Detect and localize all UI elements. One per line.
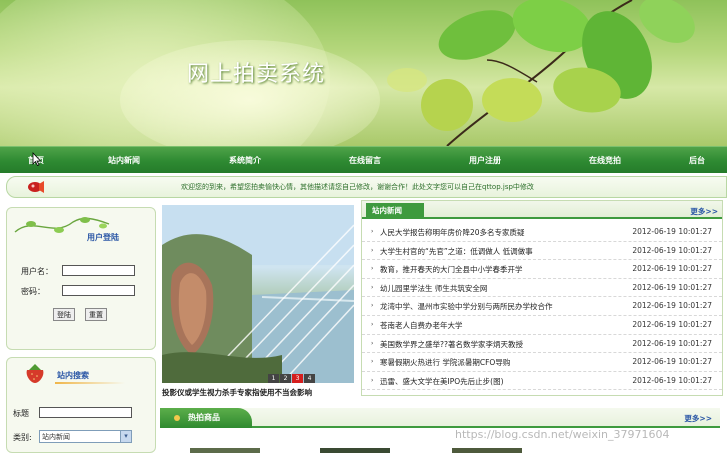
news-title[interactable]: 大学生村官的“先官”之道：低调做人 低调做事 (380, 246, 533, 257)
news-title[interactable]: 龙湾中学、温州市实验中学分别与两所民办学校合作 (380, 301, 553, 312)
hot-products-header: 热拍商品 更多>> (160, 408, 720, 428)
bullet-icon: › (371, 228, 374, 235)
nav-news[interactable]: 站内新闻 (108, 155, 140, 166)
news-row[interactable]: › 龙湾中学、温州市实验中学分别与两所民办学校合作 2012-06-19 10:01… (362, 297, 722, 316)
hot-products-tab[interactable]: 热拍商品 (160, 408, 252, 428)
search-category-label: 类别: (13, 433, 32, 442)
search-title-label: 标题 (13, 409, 29, 418)
news-tab[interactable]: 站内新闻 (366, 203, 424, 219)
news-date: 2012-06-19 10:01:27 (632, 227, 712, 236)
mouse-cursor-icon (32, 152, 42, 166)
announcement-text: 欢迎您的到来，希望您拍卖愉快心情，其他描述请您自己修改，谢谢合作！此处文字您可以… (181, 183, 534, 191)
search-category-select[interactable]: 站内新闻 ▾ (39, 430, 132, 443)
bullet-icon: › (371, 302, 374, 310)
pager-3[interactable]: 3 (292, 374, 303, 383)
news-row[interactable]: › 教育，推开春天的大门全县中小学春季开学 2012-06-19 10:01:27 (362, 260, 722, 279)
hot-more-link[interactable]: 更多>> (684, 413, 712, 424)
news-panel: 站内新闻 更多>> › 人民大学报告称明年房价降20多名专家质疑 2012-06-1… (361, 200, 723, 396)
search-title: 站内搜索 (57, 371, 89, 380)
site-title: 网上拍卖系统 (187, 62, 326, 87)
news-title[interactable]: 人民大学报告称明年房价降20多名专家质疑 (380, 227, 525, 238)
news-more-link[interactable]: 更多>> (690, 206, 718, 217)
bullet-icon: › (371, 376, 374, 384)
username-input[interactable] (62, 265, 135, 276)
bullet-icon: › (371, 358, 374, 366)
dot-icon (174, 415, 180, 421)
pager-1[interactable]: 1 (268, 374, 279, 383)
product-thumbnail[interactable] (190, 448, 260, 453)
news-title[interactable]: 苍南老人自费办老年大学 (380, 320, 463, 331)
news-date: 2012-06-19 10:01:27 (632, 245, 712, 255)
search-panel: 站内搜索 标题 类别: 站内新闻 ▾ (6, 357, 156, 453)
password-label: 密码： (21, 287, 45, 296)
chevron-down-icon: ▾ (120, 431, 131, 442)
news-row[interactable]: › 人民大学报告称明年房价降20多名专家质疑 2012-06-19 10:01:27 (362, 223, 722, 242)
announcement-strip: 欢迎您的到来，希望您拍卖愉快心情，其他描述请您自己修改，谢谢合作！此处文字您可以… (6, 176, 727, 198)
pager-4[interactable]: 4 (304, 374, 315, 383)
username-label: 用户名： (21, 267, 53, 276)
bullet-icon: › (371, 265, 374, 273)
slideshow-caption[interactable]: 投影仪或学生视力杀手专家指使用不当会影响 (162, 387, 362, 398)
slideshow-pager: 1234 (268, 373, 316, 383)
news-date: 2012-06-19 10:01:27 (632, 319, 712, 329)
main-nav: 首页 站内新闻 系统简介 在线留言 用户注册 在线竞拍 后台 (0, 146, 727, 173)
bullet-icon: › (371, 283, 374, 291)
nav-admin[interactable]: 后台 (689, 155, 705, 166)
image-slideshow[interactable] (162, 205, 354, 383)
news-row[interactable]: › 幼儿园里学法生 师生共筑安全网 2012-06-19 10:01:27 (362, 279, 722, 298)
search-category-value: 站内新闻 (42, 433, 70, 441)
banner: 网上拍卖系统 (0, 0, 727, 146)
login-panel: 用户登陆 用户名： 密码： 登陆 重置 (6, 207, 156, 350)
login-button[interactable]: 登陆 (53, 308, 75, 321)
horn-icon (28, 181, 44, 193)
login-title: 用户登陆 (87, 233, 119, 242)
nav-register[interactable]: 用户注册 (469, 155, 501, 166)
news-row[interactable]: › 美国数学界之盛举??著名数学家李炳天教授 2012-06-19 10:01:27 (362, 335, 722, 354)
strawberry-icon (26, 364, 44, 383)
slideshow-image (162, 205, 354, 383)
news-list: › 人民大学报告称明年房价降20多名专家质疑 2012-06-19 10:01:27… (362, 223, 722, 391)
nav-auction[interactable]: 在线竞拍 (589, 155, 621, 166)
search-title-underline (55, 382, 125, 384)
nav-about[interactable]: 系统简介 (229, 155, 261, 166)
password-input[interactable] (62, 285, 135, 296)
news-date: 2012-06-19 10:01:27 (632, 375, 712, 385)
bullet-icon: › (371, 320, 374, 328)
news-date: 2012-06-19 10:01:27 (632, 338, 712, 348)
pager-2[interactable]: 2 (280, 374, 291, 383)
product-thumbnail[interactable] (452, 448, 522, 453)
bullet-icon: › (371, 246, 374, 254)
news-title[interactable]: 幼儿园里学法生 师生共筑安全网 (380, 283, 487, 294)
news-title[interactable]: 寒暑假期火热进行 学院派暑期CFO导购 (380, 357, 510, 368)
news-title[interactable]: 美国数学界之盛举??著名数学家李炳天教授 (380, 339, 523, 350)
news-row[interactable]: › 迅雷、盛大文学在美IPO先后止步(图) 2012-06-19 10:01:27 (362, 372, 722, 391)
news-row[interactable]: › 寒暑假期火热进行 学院派暑期CFO导购 2012-06-19 10:01:27 (362, 353, 722, 372)
news-row[interactable]: › 大学生村官的“先官”之道：低调做人 低调做事 2012-06-19 10:01:… (362, 242, 722, 261)
news-title[interactable]: 教育，推开春天的大门全县中小学春季开学 (380, 264, 523, 275)
bullet-icon: › (371, 339, 374, 347)
news-header: 站内新闻 更多>> (362, 201, 722, 219)
reset-button[interactable]: 重置 (85, 308, 107, 321)
news-title[interactable]: 迅雷、盛大文学在美IPO先后止步(图) (380, 376, 504, 387)
news-date: 2012-06-19 10:01:27 (632, 357, 712, 367)
news-date: 2012-06-19 10:01:27 (632, 264, 712, 274)
search-title-input[interactable] (39, 407, 132, 418)
nav-message[interactable]: 在线留言 (349, 155, 381, 166)
product-thumbnail[interactable] (320, 448, 390, 453)
leaves-illustration (387, 0, 695, 146)
hot-products-label: 热拍商品 (188, 413, 220, 422)
news-row[interactable]: › 苍南老人自费办老年大学 2012-06-19 10:01:27 (362, 316, 722, 335)
news-date: 2012-06-19 10:01:27 (632, 282, 712, 292)
watermark-text: https://blog.csdn.net/weixin_37971604 (455, 428, 670, 441)
news-date: 2012-06-19 10:01:27 (632, 301, 712, 311)
